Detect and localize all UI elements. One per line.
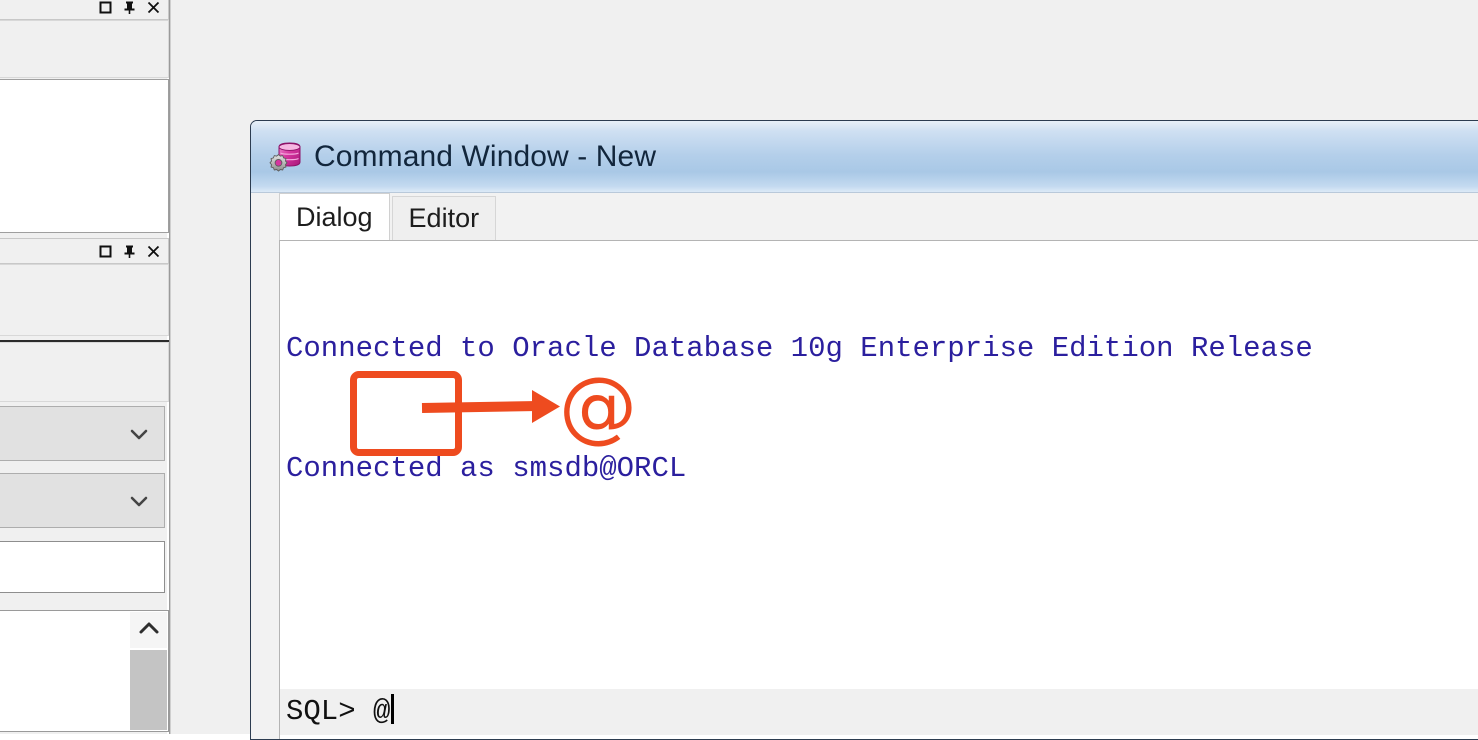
database-gear-icon	[269, 140, 303, 174]
editor-line-connected-to: Connected to Oracle Database 10g Enterpr…	[280, 329, 1478, 369]
editor-line-sql-prompt[interactable]: SQL> @	[280, 689, 1478, 735]
sql-prompt-text: SQL> @	[286, 695, 390, 728]
command-window-dialog: Command Window - New Dialog Editor Conne…	[250, 120, 1478, 740]
text-caret	[391, 694, 394, 724]
panel-header-top	[0, 0, 169, 20]
panel-toolbar-strip-top	[0, 20, 169, 78]
sidebar-list-pane[interactable]	[0, 610, 169, 732]
sidebar-text-input[interactable]	[0, 541, 165, 593]
dialog-title: Command Window - New	[314, 140, 656, 174]
panel-subheader-second	[0, 264, 169, 336]
dialog-title-bar[interactable]: Command Window - New	[251, 121, 1478, 193]
panel-filler-strip	[0, 342, 169, 402]
close-icon[interactable]	[146, 244, 161, 259]
close-icon[interactable]	[146, 0, 161, 15]
chevron-up-icon	[136, 619, 162, 642]
maximize-icon[interactable]	[98, 0, 113, 15]
left-dock-sidebar	[0, 0, 169, 734]
panel-content-top[interactable]	[0, 79, 169, 233]
panel-header-second	[0, 238, 169, 264]
scrollbar-thumb[interactable]	[130, 650, 167, 730]
editor-text: Connected to Oracle Database 10g Enterpr…	[280, 241, 1478, 739]
chevron-down-icon	[126, 488, 152, 514]
pin-icon[interactable]	[122, 244, 137, 259]
editor-line-connected-as: Connected as smsdb@ORCL	[280, 449, 1478, 489]
vertical-scrollbar[interactable]	[130, 612, 167, 730]
sidebar-splitter[interactable]	[169, 0, 173, 734]
sidebar-combobox-1[interactable]	[0, 406, 165, 461]
pin-icon[interactable]	[122, 0, 137, 15]
tab-dialog[interactable]: Dialog	[279, 193, 390, 240]
tab-editor[interactable]: Editor	[392, 196, 497, 240]
app-canvas: Command Window - New Dialog Editor Conne…	[0, 0, 1478, 734]
scroll-up-button[interactable]	[130, 612, 167, 648]
chevron-down-icon	[126, 421, 152, 447]
command-editor-pane[interactable]: Connected to Oracle Database 10g Enterpr…	[279, 240, 1478, 739]
sidebar-combobox-2[interactable]	[0, 473, 165, 528]
maximize-icon[interactable]	[98, 244, 113, 259]
editor-line-blank	[280, 569, 1478, 609]
dialog-tab-strip: Dialog Editor	[251, 193, 1478, 240]
